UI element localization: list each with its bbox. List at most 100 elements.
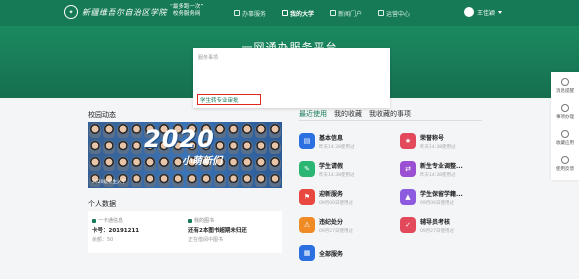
nav-item-news[interactable]: 新闻门户 [322, 0, 370, 26]
student-photo [116, 139, 129, 154]
service-text: 辅导员考核 09月27日使用过 [420, 217, 454, 234]
card-info[interactable]: 一卡通信息 卡号：20191211 余额：50 [92, 217, 186, 243]
service-last-used: 09月06日使用过 [319, 200, 353, 206]
service-name: 辅导员考核 [420, 218, 451, 226]
student-photo [144, 156, 157, 171]
float-matters[interactable]: 事项办理 [551, 104, 579, 120]
slogan-line2: 校务服务网 [172, 11, 201, 17]
service-name: 基本信息 [319, 134, 344, 142]
service-text: 学生保留学籍... 09月06日使用过 [420, 189, 463, 206]
student-photo [130, 172, 143, 187]
nav-label: 新闻门户 [338, 10, 363, 18]
float-messages[interactable]: 消息提醒 [551, 78, 579, 94]
star-icon [561, 130, 569, 138]
service-text: 新生专业调整... 昨天14:38使用过 [420, 161, 463, 178]
student-photo [102, 139, 115, 154]
home-icon [282, 10, 289, 16]
nav-label: 我的大学 [290, 10, 315, 18]
suggestions-header: 服务事项 [198, 55, 219, 61]
service-item[interactable]: ✓ 辅导员考核 09月27日使用过 [400, 211, 492, 239]
nav-item-my-university[interactable]: 我的大学 [274, 0, 322, 26]
service-icon: ▦ [299, 245, 315, 261]
card-info-label-text: 一卡通信息 [98, 218, 124, 224]
service-item[interactable]: ⚠ 违纪处分 09月27日使用过 [299, 211, 391, 239]
university-logo[interactable]: ✦ 新疆维吾尔自治区学院 [64, 5, 167, 19]
student-photo [89, 156, 101, 171]
service-text: 全部服务 [319, 249, 343, 258]
banner-slogan: 小萌新们 [182, 156, 222, 167]
student-photo [227, 172, 240, 187]
service-icon: ⚑ [299, 189, 315, 205]
chevron-down-icon [498, 10, 503, 14]
student-photo [130, 123, 143, 138]
student-photo [172, 172, 184, 187]
banner-caption: 2020级新生入学 [92, 180, 126, 185]
service-text: 荣誉称号 昨天14:38使用过 [420, 133, 455, 150]
service-name: 迎新服务 [319, 190, 344, 198]
campus-news-banner[interactable]: 2020 小萌新们 2020级新生入学 [88, 122, 282, 188]
nav-label: 办事服务 [242, 10, 267, 18]
main-nav: 办事服务 我的大学 新闻门户 运营中心 [226, 0, 418, 26]
float-collect[interactable]: 收藏应用 [551, 130, 579, 146]
suggestion-item[interactable]: 学生转专业审批 [197, 94, 261, 105]
nav-item-services[interactable]: 办事服务 [226, 0, 274, 26]
service-text: 学生请假 昨天14:38使用过 [319, 161, 354, 178]
personal-data-card: 一卡通信息 卡号：20191211 余额：50 我的图书 还有2本图书超期未归还… [88, 211, 282, 253]
service-last-used: 昨天14:38使用过 [319, 144, 355, 150]
avatar [464, 7, 474, 17]
logo-text: 新疆维吾尔自治区学院 [82, 7, 167, 17]
service-last-used: 09月27日使用过 [420, 228, 454, 234]
student-photo [89, 139, 101, 154]
service-item[interactable]: ▲ 学生保留学籍... 09月06日使用过 [400, 183, 492, 211]
service-icon: ✎ [299, 161, 315, 177]
student-photo [269, 123, 281, 138]
service-last-used: 昨天14:38使用过 [420, 172, 456, 178]
service-item[interactable]: ★ 荣誉称号 昨天14:38使用过 [400, 127, 492, 155]
student-photo [269, 156, 281, 171]
student-photo [241, 172, 254, 187]
float-label: 消息提醒 [556, 89, 574, 94]
clipboard-icon [561, 104, 569, 112]
service-item[interactable]: ⚑ 迎新服务 09月06日使用过 [299, 183, 391, 211]
student-photo [158, 156, 171, 171]
service-item[interactable]: ✎ 学生请假 昨天14:38使用过 [299, 155, 391, 183]
student-photo [227, 156, 240, 171]
library-label-text: 我的图书 [194, 218, 215, 224]
student-photo [213, 172, 226, 187]
service-last-used: 09月06日使用过 [420, 200, 454, 206]
float-feedback[interactable]: 使用反馈 [551, 156, 579, 172]
float-label: 事项办理 [556, 115, 574, 120]
bell-icon [561, 78, 569, 86]
student-photo [255, 172, 268, 187]
user-menu[interactable]: 王佳颖 [464, 7, 503, 17]
service-name: 全部服务 [319, 250, 344, 258]
service-last-used: 昨天14:38使用过 [319, 172, 355, 178]
library-label: 我的图书 [188, 217, 282, 224]
service-icon: ✓ [400, 217, 416, 233]
user-name: 王佳颖 [477, 9, 496, 17]
nav-label: 运营中心 [386, 10, 411, 18]
service-icon: ⇄ [400, 161, 416, 177]
student-photo [130, 156, 143, 171]
service-text: 基本信息昨天14:38使用过 [319, 133, 354, 150]
student-photo [102, 156, 115, 171]
student-photo [116, 156, 129, 171]
student-photo [144, 172, 157, 187]
overdue-books: 还有2本图书超期未归还 [188, 228, 247, 234]
student-photo [255, 139, 268, 154]
tab-divider [299, 120, 482, 121]
service-text: 迎新服务 09月06日使用过 [319, 189, 353, 206]
student-photo [199, 172, 212, 187]
float-label: 收藏应用 [556, 141, 574, 146]
student-photo [89, 123, 101, 138]
service-item[interactable]: ⇄ 新生专业调整... 昨天14:38使用过 [400, 155, 492, 183]
service-item[interactable]: ▤ 基本信息 昨天14:38使用过 [299, 127, 391, 155]
monitor-icon [378, 10, 385, 16]
library-info[interactable]: 我的图书 还有2本图书超期未归还 正在借阅中图书 [188, 217, 282, 243]
card-icon [92, 218, 96, 223]
student-photo [241, 139, 254, 154]
service-item[interactable]: ▦ 全部服务 [299, 239, 391, 267]
campus-news-title: 校园动态 [88, 111, 116, 119]
nav-item-operations[interactable]: 运营中心 [370, 0, 418, 26]
student-photo [158, 172, 171, 187]
